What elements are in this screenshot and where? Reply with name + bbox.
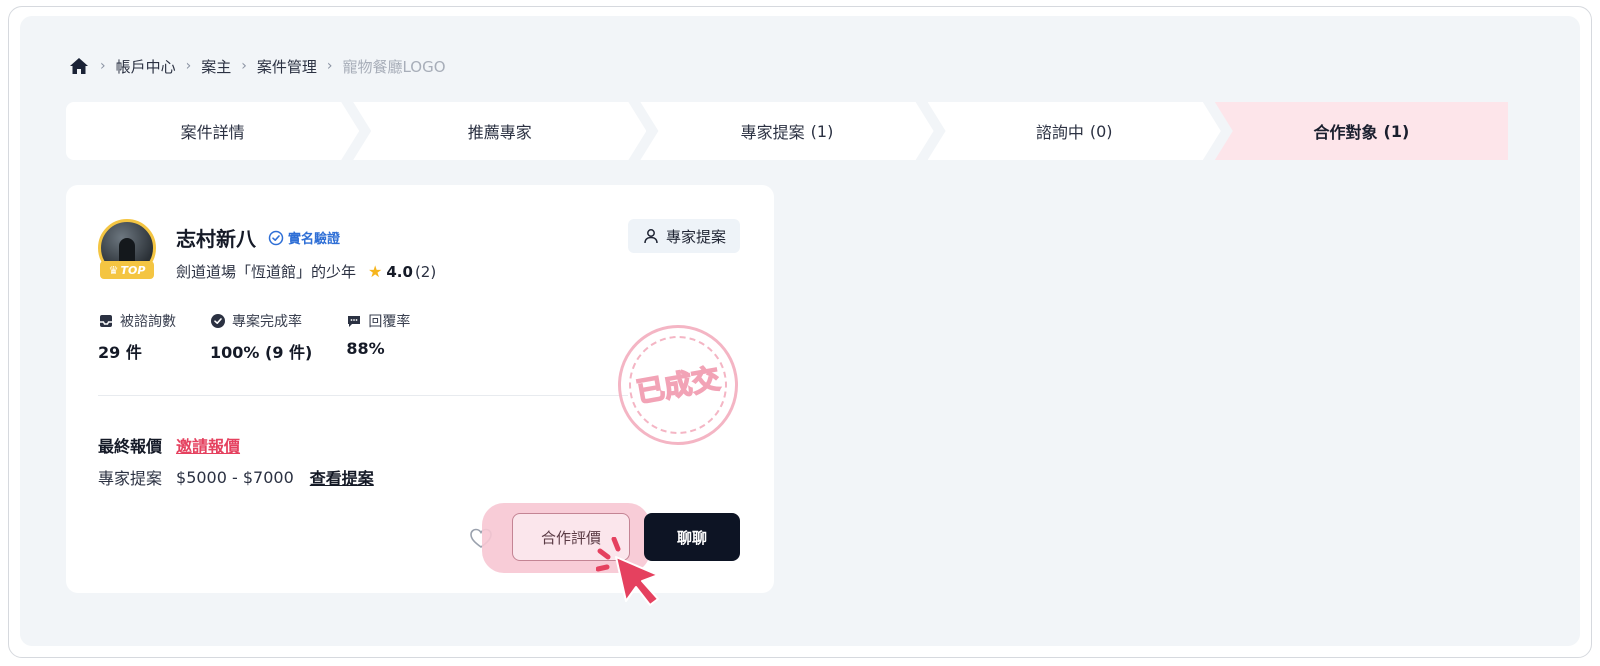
proposal-label: 專家提案	[98, 469, 163, 488]
step-label: 推薦專家	[467, 123, 532, 142]
stat-completion-rate: 專案完成率 100% (9 件)	[210, 311, 312, 363]
breadcrumb-client[interactable]: 案主	[201, 56, 231, 77]
expert-proposal-button[interactable]: 專家提案	[627, 219, 740, 253]
step-count: (1)	[810, 121, 834, 141]
home-icon[interactable]	[68, 55, 90, 77]
crown-icon: ♛	[108, 263, 119, 277]
star-icon: ★	[368, 262, 383, 281]
stat-value: 88%	[346, 339, 385, 358]
stat-label: 專案完成率	[232, 314, 302, 330]
verified-check-icon	[268, 230, 284, 245]
step-label: 案件詳情	[180, 123, 245, 142]
chevron-right-icon: ›	[100, 58, 106, 74]
step-count: (0)	[1089, 121, 1113, 141]
breadcrumb-current-case: 寵物餐廳LOGO	[342, 57, 446, 76]
stat-label: 被諮詢數	[120, 314, 176, 330]
step-label: 諮詢中	[1035, 123, 1084, 142]
chevron-right-icon: ›	[185, 58, 192, 74]
inbox-icon	[100, 315, 112, 327]
expert-subtitle: 劍道道場「恆道館」的少年	[176, 263, 357, 281]
expert-proposal-button-label: 專家提案	[665, 227, 726, 246]
progress-steps: 案件詳情 推薦專家 專家提案 (1) 諮詢中 (0) 合作對象 (1)	[66, 102, 1509, 160]
price-range: $5000 - $7000	[176, 467, 294, 487]
stat-label: 回覆率	[368, 314, 411, 330]
view-proposal-link[interactable]: 查看提案	[310, 465, 374, 489]
step-label: 合作對象	[1313, 123, 1378, 142]
rating-value: 4.0	[386, 262, 413, 281]
verified-label: 實名驗證	[288, 232, 341, 247]
divider	[98, 395, 628, 396]
user-icon	[644, 229, 658, 244]
final-quote-label: 最終報價	[98, 437, 163, 456]
chevron-right-icon: ›	[241, 58, 247, 74]
step-label: 專家提案	[740, 123, 805, 142]
top-badge: ♛ TOP	[100, 261, 154, 279]
stat-value: 29 件	[98, 343, 142, 362]
invite-quote-link[interactable]: 邀請報價	[176, 433, 240, 457]
breadcrumb: › 帳戶中心 › 案主 › 案件管理 › 寵物餐廳LOGO	[68, 55, 446, 77]
stat-reply-rate: 回覆率 88%	[346, 311, 410, 363]
stats: 被諮詢數 29 件 專案完成率 100% (9 件) 回覆率 88%	[98, 311, 444, 363]
proposal-row: 專家提案 $5000 - $7000 查看提案	[98, 465, 374, 489]
name-row: 志村新八 實名驗證	[176, 223, 340, 252]
breadcrumb-account-center[interactable]: 帳戶中心	[116, 56, 176, 77]
step-consulting[interactable]: 諮詢中 (0)	[928, 102, 1221, 160]
expert-name[interactable]: 志村新八	[176, 223, 256, 252]
verified-badge: 實名驗證	[268, 228, 340, 247]
check-circle-icon	[211, 314, 225, 328]
stat-inquiries: 被諮詢數 29 件	[98, 311, 176, 363]
final-quote-row: 最終報價 邀請報價	[98, 433, 240, 457]
step-case-details[interactable]: 案件詳情	[66, 102, 359, 160]
chat-icon	[348, 316, 361, 327]
subtitle-row: 劍道道場「恆道館」的少年 ★ 4.0 (2)	[176, 261, 436, 282]
step-recommended-experts[interactable]: 推薦專家	[353, 102, 646, 160]
expert-card: ♛ TOP 志村新八 實名驗證 劍道道場「恆道館」的少年 ★ 4.0 (2) 專…	[66, 185, 774, 606]
pointer-cursor-icon	[596, 537, 659, 606]
stat-value: 100% (9 件)	[210, 343, 313, 362]
step-count: (1)	[1383, 121, 1410, 141]
rating-count: (2)	[414, 262, 437, 281]
chevron-right-icon: ›	[326, 58, 333, 74]
step-expert-proposals[interactable]: 專家提案 (1)	[640, 102, 933, 160]
deal-closed-stamp: 已成交	[608, 315, 748, 455]
step-collaborators[interactable]: 合作對象 (1)	[1214, 102, 1509, 160]
breadcrumb-case-management[interactable]: 案件管理	[257, 56, 317, 77]
stamp-text: 已成交	[634, 362, 722, 409]
top-badge-label: TOP	[120, 263, 146, 277]
